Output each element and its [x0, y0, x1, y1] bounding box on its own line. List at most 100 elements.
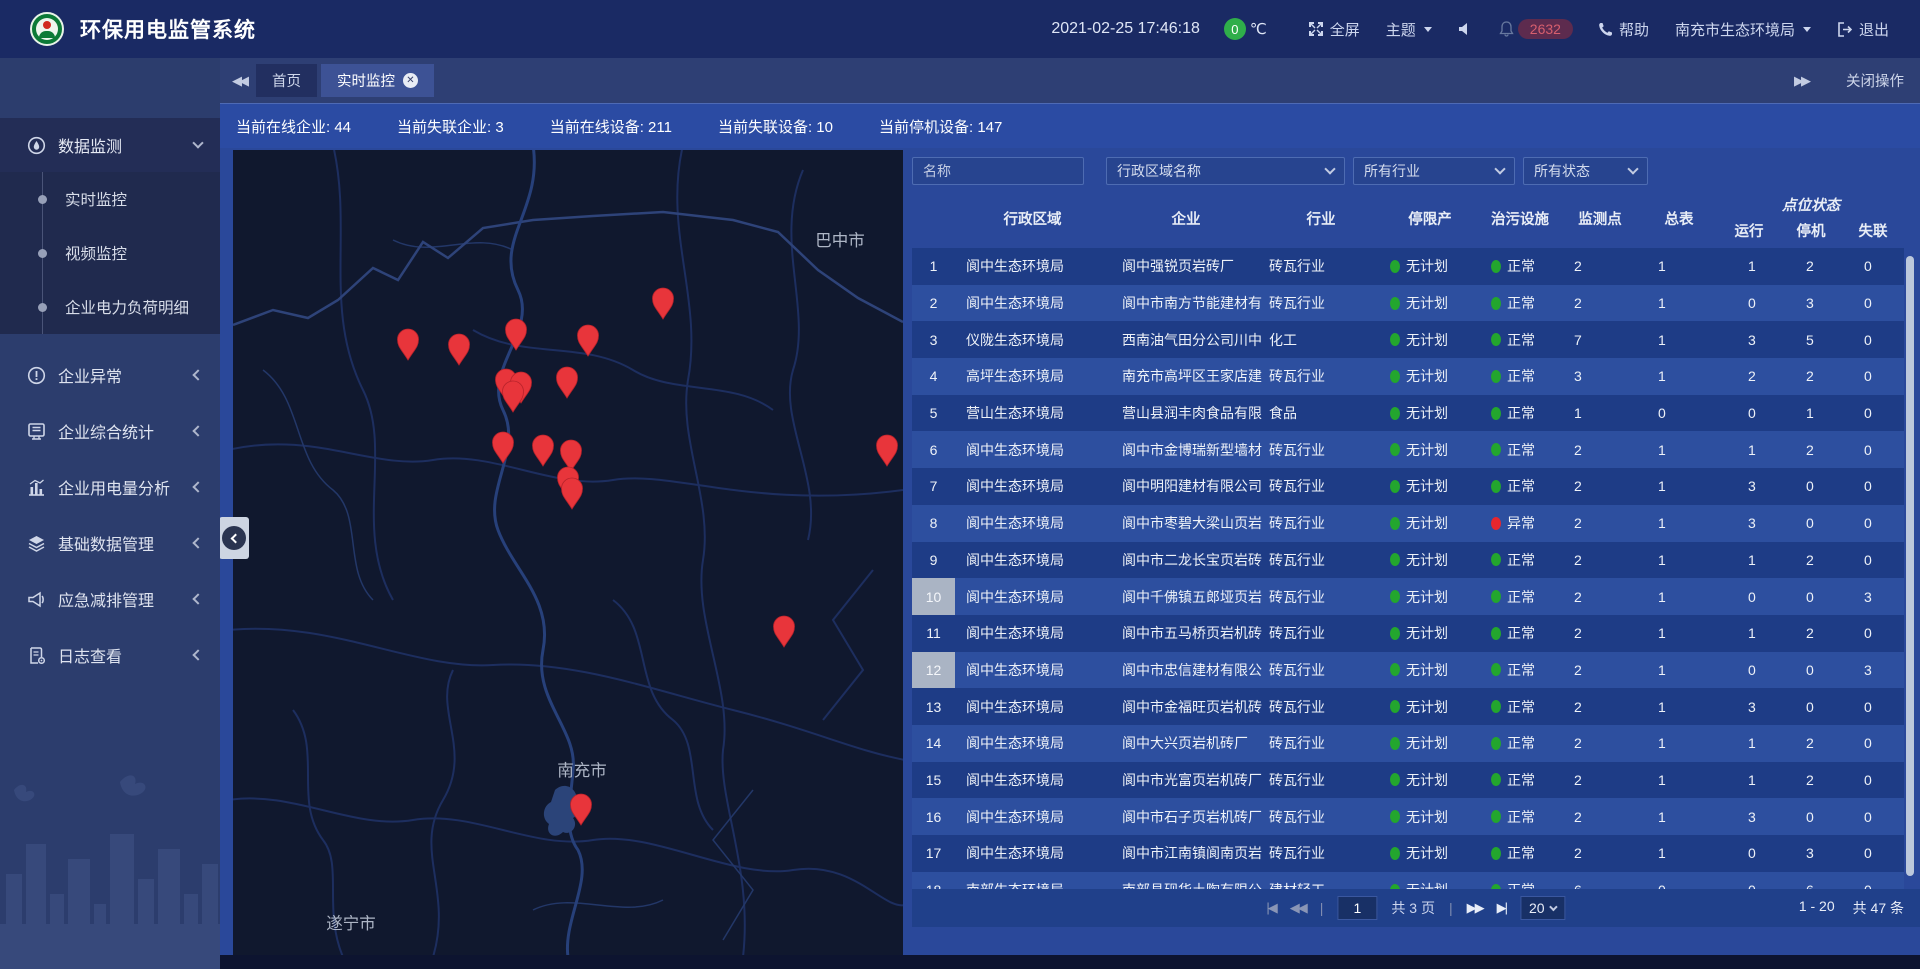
- stat-当前失联企业: 当前失联企业: 3: [397, 116, 504, 137]
- table-row[interactable]: 6阆中生态环境局阆中市金博瑞新型墙材砖瓦行业无计划正常21120: [912, 431, 1904, 468]
- table-row[interactable]: 2阆中生态环境局阆中市南方节能建材有砖瓦行业无计划正常21030: [912, 285, 1904, 322]
- status-select[interactable]: 所有状态: [1523, 157, 1648, 185]
- logout-button[interactable]: 退出: [1837, 19, 1889, 40]
- help-button[interactable]: 帮助: [1598, 19, 1649, 40]
- chevron-down-icon: [1424, 27, 1432, 32]
- cell-industry: 砖瓦行业: [1262, 285, 1380, 322]
- cell-stop-count: 3: [1780, 835, 1842, 872]
- page-number-input[interactable]: [1337, 896, 1377, 920]
- chevron-down-icon: [1803, 27, 1811, 32]
- sidebar-item-企业电力负荷明细[interactable]: 企业电力负荷明细: [0, 280, 220, 334]
- name-search-input[interactable]: [912, 157, 1084, 185]
- cell-stop-count: 2: [1780, 615, 1842, 652]
- table-row[interactable]: 18南部生态环境局南部县砚华土陶有限公建材轻工无计划正常60060: [912, 872, 1904, 889]
- status-dot-icon: [1390, 627, 1400, 640]
- cell-meter-count: 1: [1640, 615, 1718, 652]
- cell-region: 阆中生态环境局: [955, 578, 1110, 615]
- table-row[interactable]: 5营山生态环境局营山县润丰肉食品有限食品无计划正常10010: [912, 395, 1904, 432]
- tab-realtime-monitor[interactable]: 实时监控 ✕: [321, 64, 434, 97]
- cell-facility-status: 正常: [1480, 688, 1560, 725]
- pagination-last-icon[interactable]: ▶|: [1497, 900, 1506, 916]
- table-row[interactable]: 11阆中生态环境局阆中市五马桥页岩机砖砖瓦行业无计划正常21120: [912, 615, 1904, 652]
- table-row[interactable]: 3仪陇生态环境局西南油气田分公司川中化工无计划正常71350: [912, 321, 1904, 358]
- notification-button[interactable]: 2632: [1499, 19, 1573, 39]
- sidebar-item-企业异常[interactable]: 企业异常: [0, 348, 220, 402]
- sidebar-item-日志查看[interactable]: 日志查看: [0, 628, 220, 682]
- cell-industry: 化工: [1262, 321, 1380, 358]
- table-row[interactable]: 9阆中生态环境局阆中市二龙长宝页岩砖砖瓦行业无计划正常21120: [912, 542, 1904, 579]
- cell-industry: 砖瓦行业: [1262, 725, 1380, 762]
- tabs-scroll-left-icon[interactable]: ◀◀: [220, 73, 256, 89]
- bullet-dot-icon: [38, 249, 47, 258]
- table-row[interactable]: 7阆中生态环境局阆中明阳建材有限公司砖瓦行业无计划正常21300: [912, 468, 1904, 505]
- mute-speaker-button[interactable]: [1458, 22, 1474, 36]
- cell-region: 阆中生态环境局: [955, 798, 1110, 835]
- table-row[interactable]: 1阆中生态环境局阆中强锐页岩砖厂砖瓦行业无计划正常21120: [912, 248, 1904, 285]
- pagination-divider: |: [1449, 900, 1453, 916]
- table-row[interactable]: 10阆中生态环境局阆中千佛镇五郎垭页岩砖瓦行业无计划正常21003: [912, 578, 1904, 615]
- table-row[interactable]: 17阆中生态环境局阆中市江南镇阆南页岩砖瓦行业无计划正常21030: [912, 835, 1904, 872]
- status-dot-icon: [1390, 480, 1400, 493]
- bullet-dot-icon: [38, 195, 47, 204]
- chevron-left-icon: [222, 526, 246, 550]
- status-select-value: 所有状态: [1534, 161, 1590, 181]
- cell-stop-status: 无计划: [1380, 798, 1480, 835]
- region-select-value: 行政区域名称: [1117, 161, 1201, 181]
- tab-close-icon[interactable]: ✕: [403, 73, 418, 88]
- chevron-down-icon: [1494, 163, 1505, 174]
- cell-meter-count: 1: [1640, 798, 1718, 835]
- table-row[interactable]: 14阆中生态环境局阆中大兴页岩机砖厂砖瓦行业无计划正常21120: [912, 725, 1904, 762]
- map-canvas[interactable]: 巴中市南充市遂宁市: [233, 150, 903, 955]
- pagination-prev-icon[interactable]: ◀◀: [1290, 900, 1306, 916]
- table-row[interactable]: 8阆中生态环境局阆中市枣碧大梁山页岩砖瓦行业无计划异常21300: [912, 505, 1904, 542]
- sidebar-group-数据监测[interactable]: 数据监测: [0, 118, 220, 172]
- industry-select[interactable]: 所有行业: [1353, 157, 1515, 185]
- logout-label: 退出: [1859, 19, 1889, 40]
- status-dot-icon: [1390, 297, 1400, 310]
- tabs-scroll-right-icon[interactable]: ▶▶: [1782, 73, 1818, 89]
- sidebar-item-企业用电量分析[interactable]: 企业用电量分析: [0, 460, 220, 514]
- cell-monitor-count: 2: [1560, 762, 1640, 799]
- cell-stop-status: 无计划: [1380, 505, 1480, 542]
- close-operations-button[interactable]: 关闭操作: [1846, 70, 1904, 91]
- stat-当前在线企业: 当前在线企业: 44: [236, 116, 351, 137]
- cell-facility-status: 正常: [1480, 798, 1560, 835]
- layers-icon: [26, 534, 46, 553]
- name-search-field[interactable]: [923, 163, 1073, 179]
- table-row[interactable]: 16阆中生态环境局阆中市石子页岩机砖厂砖瓦行业无计划正常21300: [912, 798, 1904, 835]
- map-collapse-button[interactable]: [219, 517, 249, 559]
- region-select[interactable]: 行政区域名称: [1106, 157, 1345, 185]
- theme-dropdown[interactable]: 主题: [1386, 19, 1432, 40]
- pagination-next-icon[interactable]: ▶▶: [1467, 900, 1483, 916]
- cell-region: 南部生态环境局: [955, 872, 1110, 889]
- map-panel[interactable]: 巴中市南充市遂宁市: [233, 150, 903, 955]
- bell-icon: [1499, 21, 1514, 37]
- table-row[interactable]: 15阆中生态环境局阆中市光富页岩机砖厂砖瓦行业无计划正常21120: [912, 762, 1904, 799]
- pagination-divider: |: [1320, 900, 1324, 916]
- table-row[interactable]: 12阆中生态环境局阆中市忠信建材有限公砖瓦行业无计划正常21003: [912, 652, 1904, 689]
- tab-bar: ◀◀ 首页 实时监控 ✕ ▶▶ 关闭操作: [220, 58, 1920, 103]
- cell-lost-count: 0: [1842, 248, 1904, 285]
- sidebar-item-应急减排管理[interactable]: 应急减排管理: [0, 572, 220, 626]
- status-dot-icon: [1491, 847, 1501, 860]
- fullscreen-button[interactable]: 全屏: [1308, 19, 1360, 40]
- sidebar-item-实时监控[interactable]: 实时监控: [0, 172, 220, 226]
- page-size-select[interactable]: 20: [1520, 896, 1566, 920]
- cell-company: 阆中明阳建材有限公司: [1110, 468, 1262, 505]
- org-dropdown[interactable]: 南充市生态环境局: [1675, 19, 1811, 40]
- header-datetime: 2021-02-25 17:46:18: [1051, 20, 1200, 38]
- table-row[interactable]: 4高坪生态环境局南充市高坪区王家店建砖瓦行业无计划正常31220: [912, 358, 1904, 395]
- sidebar-item-label: 日志查看: [58, 643, 122, 667]
- sidebar-item-企业综合统计[interactable]: 企业综合统计: [0, 404, 220, 458]
- sidebar-item-基础数据管理[interactable]: 基础数据管理: [0, 516, 220, 570]
- cell-stop-status: 无计划: [1380, 615, 1480, 652]
- map-city-label: 南充市: [557, 761, 607, 780]
- cell-meter-count: 1: [1640, 835, 1718, 872]
- sidebar-item-视频监控[interactable]: 视频监控: [0, 226, 220, 280]
- tab-home[interactable]: 首页: [256, 64, 317, 97]
- table-scrollbar[interactable]: [1906, 256, 1914, 876]
- cell-run-count: 1: [1718, 615, 1780, 652]
- table-row[interactable]: 13阆中生态环境局阆中市金福旺页岩机砖砖瓦行业无计划正常21300: [912, 688, 1904, 725]
- cell-company: 阆中市五马桥页岩机砖: [1110, 615, 1262, 652]
- pagination-first-icon[interactable]: |◀: [1266, 900, 1275, 916]
